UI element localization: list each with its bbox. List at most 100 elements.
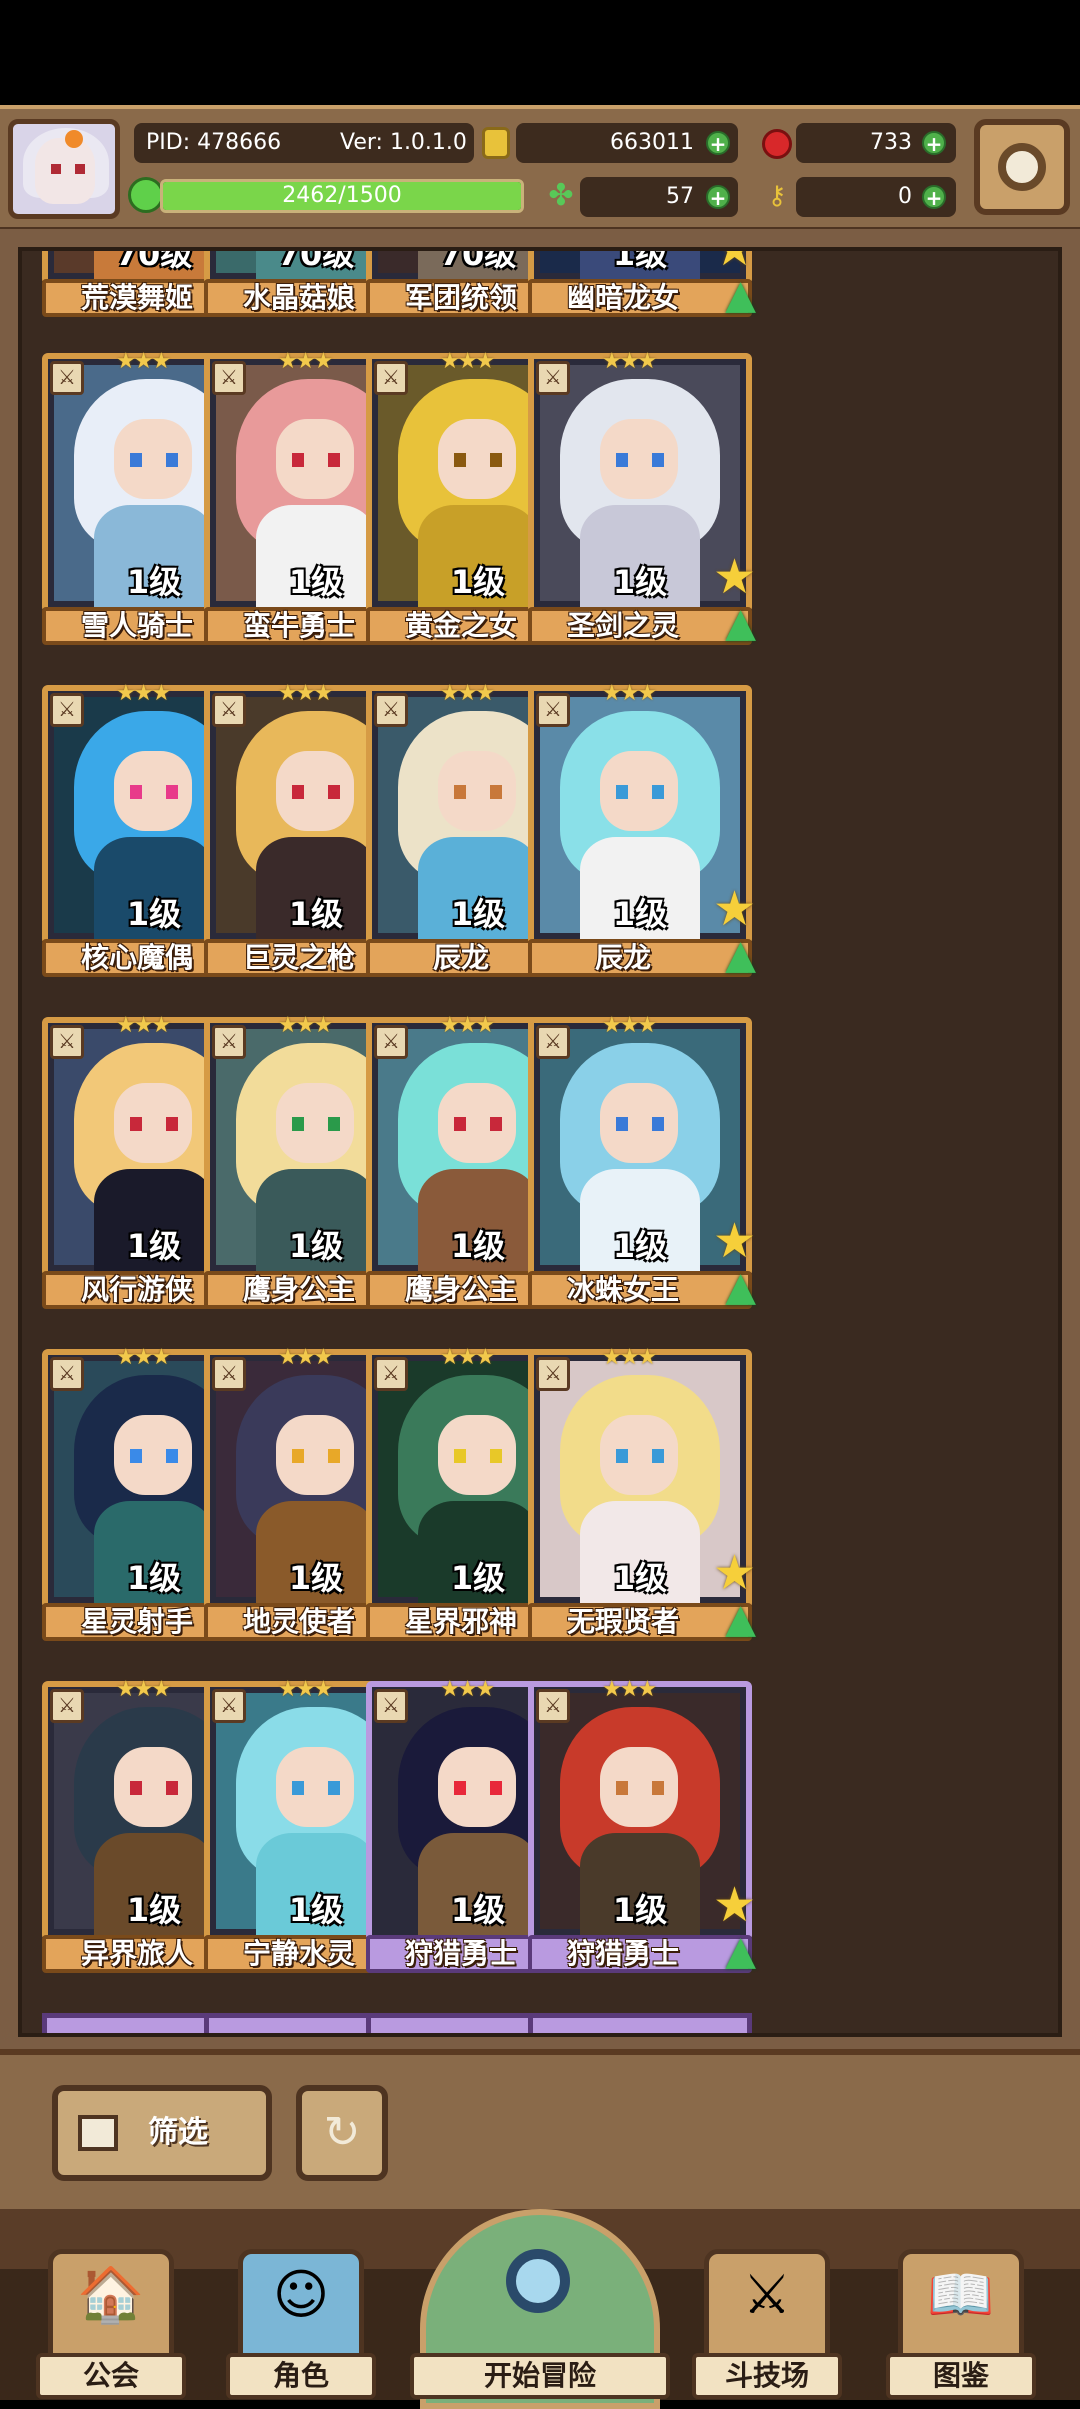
rarity-stars-icon: ★★★ — [440, 681, 495, 706]
portrait-eye — [166, 1781, 178, 1795]
portrait-face — [276, 1415, 354, 1495]
character-card[interactable]: ⚔ ★★★ 1级 ★ 圣剑之灵 ▲ — [528, 349, 756, 653]
nav-guild[interactable]: 🏠 公会 — [36, 2249, 186, 2399]
character-card-partial[interactable] — [528, 2013, 752, 2033]
guild-house-icon: 🏠 — [77, 2263, 145, 2326]
class-type-icon: ⚔ — [212, 361, 246, 395]
nav-codex[interactable]: 📖 图鉴 — [886, 2249, 1036, 2399]
portrait-eye — [130, 1781, 142, 1795]
key-amount: 0 — [898, 184, 912, 209]
rarity-stars-icon: ★★★ — [116, 681, 171, 706]
nav-guild-label: 公会 — [36, 2353, 186, 2399]
portrait-face — [438, 1083, 516, 1163]
bottom-nav: 🏠 公会 ☺ 角色 开始冒险 ⚔ 斗技场 📖 图鉴 — [0, 2209, 1080, 2409]
portrait-eye — [490, 453, 502, 467]
top-header: PID: 478666 Ver: 1.0.1.0 663011 + 733 + … — [0, 105, 1080, 233]
character-name: 狩猎勇士 — [566, 1937, 679, 1970]
portrait-face — [276, 1747, 354, 1827]
rarity-stars-icon: ★★★ — [278, 681, 333, 706]
portrait-eye — [130, 1449, 142, 1463]
add-keys-button[interactable]: + — [922, 185, 946, 209]
portrait-eye — [652, 453, 664, 467]
rarity-stars-icon: ★★★ — [440, 349, 495, 374]
character-card[interactable]: ⚔★★★1级★辰龙▲ — [528, 681, 756, 985]
rarity-stars-icon: ★★★ — [602, 1013, 657, 1038]
portrait-eye — [616, 453, 628, 467]
rarity-stars-icon: ★★★ — [440, 1013, 495, 1038]
portrait-face — [600, 1415, 678, 1495]
nav-arena[interactable]: ⚔ 斗技场 — [692, 2249, 842, 2399]
rarity-stars-icon: ★★★ — [602, 1677, 657, 1702]
avatar-eye — [75, 164, 85, 174]
start-adventure-label: 开始冒险 — [410, 2353, 670, 2399]
player-id: PID: 478666 — [146, 130, 282, 155]
refresh-button[interactable]: ↻ — [296, 2085, 388, 2181]
class-type-icon: ⚔ — [536, 361, 570, 395]
character-grid[interactable]: 70级★荒漠舞姬▲70级★水晶菇娘▲70级★军团统领▲1级★幽暗龙女▲⚔★★★2… — [18, 247, 1062, 2037]
portrait-face — [114, 1083, 192, 1163]
portrait-eye — [328, 1781, 340, 1795]
portrait-eye — [616, 785, 628, 799]
nav-codex-label: 图鉴 — [886, 2353, 1036, 2399]
nav-characters[interactable]: ☺ 角色 — [226, 2249, 376, 2399]
class-type-icon: ⚔ — [50, 1025, 84, 1059]
rarity-stars-icon: ★★★ — [278, 1677, 333, 1702]
key-icon: ⚷ — [767, 181, 787, 211]
add-gems-button[interactable]: + — [922, 131, 946, 155]
class-type-icon: ⚔ — [374, 1689, 408, 1723]
player-avatar[interactable] — [8, 119, 120, 219]
portrait-eye — [454, 785, 466, 799]
portrait-eye — [616, 1781, 628, 1795]
ruby-gem-icon — [762, 129, 792, 159]
character-card[interactable]: ⚔ ★★★ 1级 ★ 无瑕贤者 ▲ — [528, 1345, 756, 1649]
portrait-eye — [652, 785, 664, 799]
character-card[interactable]: ⚔★★★1级★狩猎勇士▲ — [528, 1677, 756, 1981]
game-version: Ver: 1.0.1.0 — [340, 130, 467, 155]
portrait-eye — [454, 1449, 466, 1463]
crossed-swords-icon: ⚔ — [742, 2263, 792, 2326]
class-type-icon: ⚔ — [536, 1025, 570, 1059]
class-type-icon: ⚔ — [536, 1357, 570, 1391]
start-adventure-button[interactable]: 开始冒险 — [410, 2209, 670, 2409]
portrait-eye — [130, 1117, 142, 1131]
portrait-eye — [292, 1781, 304, 1795]
character-card[interactable]: 1级 ★ 幽暗龙女 ▲ — [528, 251, 756, 325]
portrait-face — [438, 419, 516, 499]
portrait-eye — [292, 1449, 304, 1463]
portrait-face — [600, 1747, 678, 1827]
portrait-eye — [652, 1781, 664, 1795]
class-type-icon: ⚔ — [50, 693, 84, 727]
portrait-face — [114, 419, 192, 499]
level-up-arrow-icon: ▲ — [725, 600, 756, 646]
portrait-face — [276, 419, 354, 499]
add-energy-button[interactable]: + — [706, 185, 730, 209]
character-panel: 70级★荒漠舞姬▲70级★水晶菇娘▲70级★军团统领▲1级★幽暗龙女▲⚔★★★2… — [0, 229, 1080, 2049]
portrait-face — [114, 751, 192, 831]
portrait-face — [276, 1083, 354, 1163]
portrait-eye — [130, 785, 142, 799]
class-type-icon: ⚔ — [374, 361, 408, 395]
character-name: 冰蛛女王 — [566, 1273, 679, 1306]
rarity-stars-icon: ★★★ — [116, 1677, 171, 1702]
book-icon: 📖 — [927, 2263, 995, 2326]
portrait-face — [114, 1747, 192, 1827]
add-gold-button[interactable]: + — [706, 131, 730, 155]
rarity-stars-icon: ★★★ — [116, 1013, 171, 1038]
portrait-eye — [652, 1117, 664, 1131]
character-card[interactable]: ⚔ ★★★ 1级 ★ 冰蛛女王 ▲ — [528, 1013, 756, 1317]
rarity-stars-icon: ★★★ — [116, 1345, 171, 1370]
grid-icon — [78, 2115, 118, 2151]
class-type-icon: ⚔ — [50, 1357, 84, 1391]
star-upgrade-icon: ★ — [712, 247, 756, 277]
gem-amount: 733 — [870, 130, 912, 155]
star-upgrade-icon: ★ — [712, 1545, 756, 1601]
class-type-icon: ⚔ — [212, 1025, 246, 1059]
filter-button[interactable]: 筛选 — [52, 2085, 272, 2181]
portrait-eye — [490, 1781, 502, 1795]
character-face-icon: ☺ — [272, 2263, 330, 2326]
status-bar-area — [0, 0, 1080, 105]
level-up-arrow-icon: ▲ — [725, 1264, 756, 1310]
avatar-face — [35, 138, 95, 204]
settings-button[interactable] — [974, 119, 1070, 215]
clover-icon: ✤ — [548, 178, 574, 213]
